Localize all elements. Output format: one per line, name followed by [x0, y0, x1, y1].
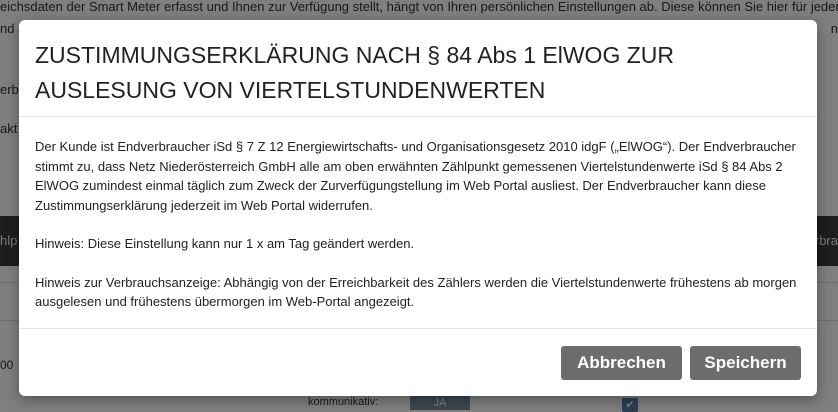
dialog-body: Der Kunde ist Endverbraucher iSd § 7 Z 1… — [35, 137, 801, 331]
cancel-button[interactable]: Abbrechen — [561, 346, 682, 380]
dialog-footer: Abbrechen Speichern — [19, 328, 817, 397]
change-limit-note: Hinweis: Diese Einstellung kann nur 1 x … — [35, 236, 415, 251]
dialog-title: ZUSTIMMUNGSERKLÄRUNG NACH § 84 Abs 1 ElW… — [35, 42, 674, 103]
consumption-display-note: Hinweis zur Verbrauchsanzeige: Abhängig … — [35, 274, 797, 310]
consent-paragraph: Der Kunde ist Endverbraucher iSd § 7 Z 1… — [35, 139, 796, 213]
dialog-header: ZUSTIMMUNGSERKLÄRUNG NACH § 84 Abs 1 ElW… — [19, 20, 817, 117]
save-button[interactable]: Speichern — [690, 346, 801, 380]
consent-dialog: ZUSTIMMUNGSERKLÄRUNG NACH § 84 Abs 1 ElW… — [19, 20, 817, 396]
